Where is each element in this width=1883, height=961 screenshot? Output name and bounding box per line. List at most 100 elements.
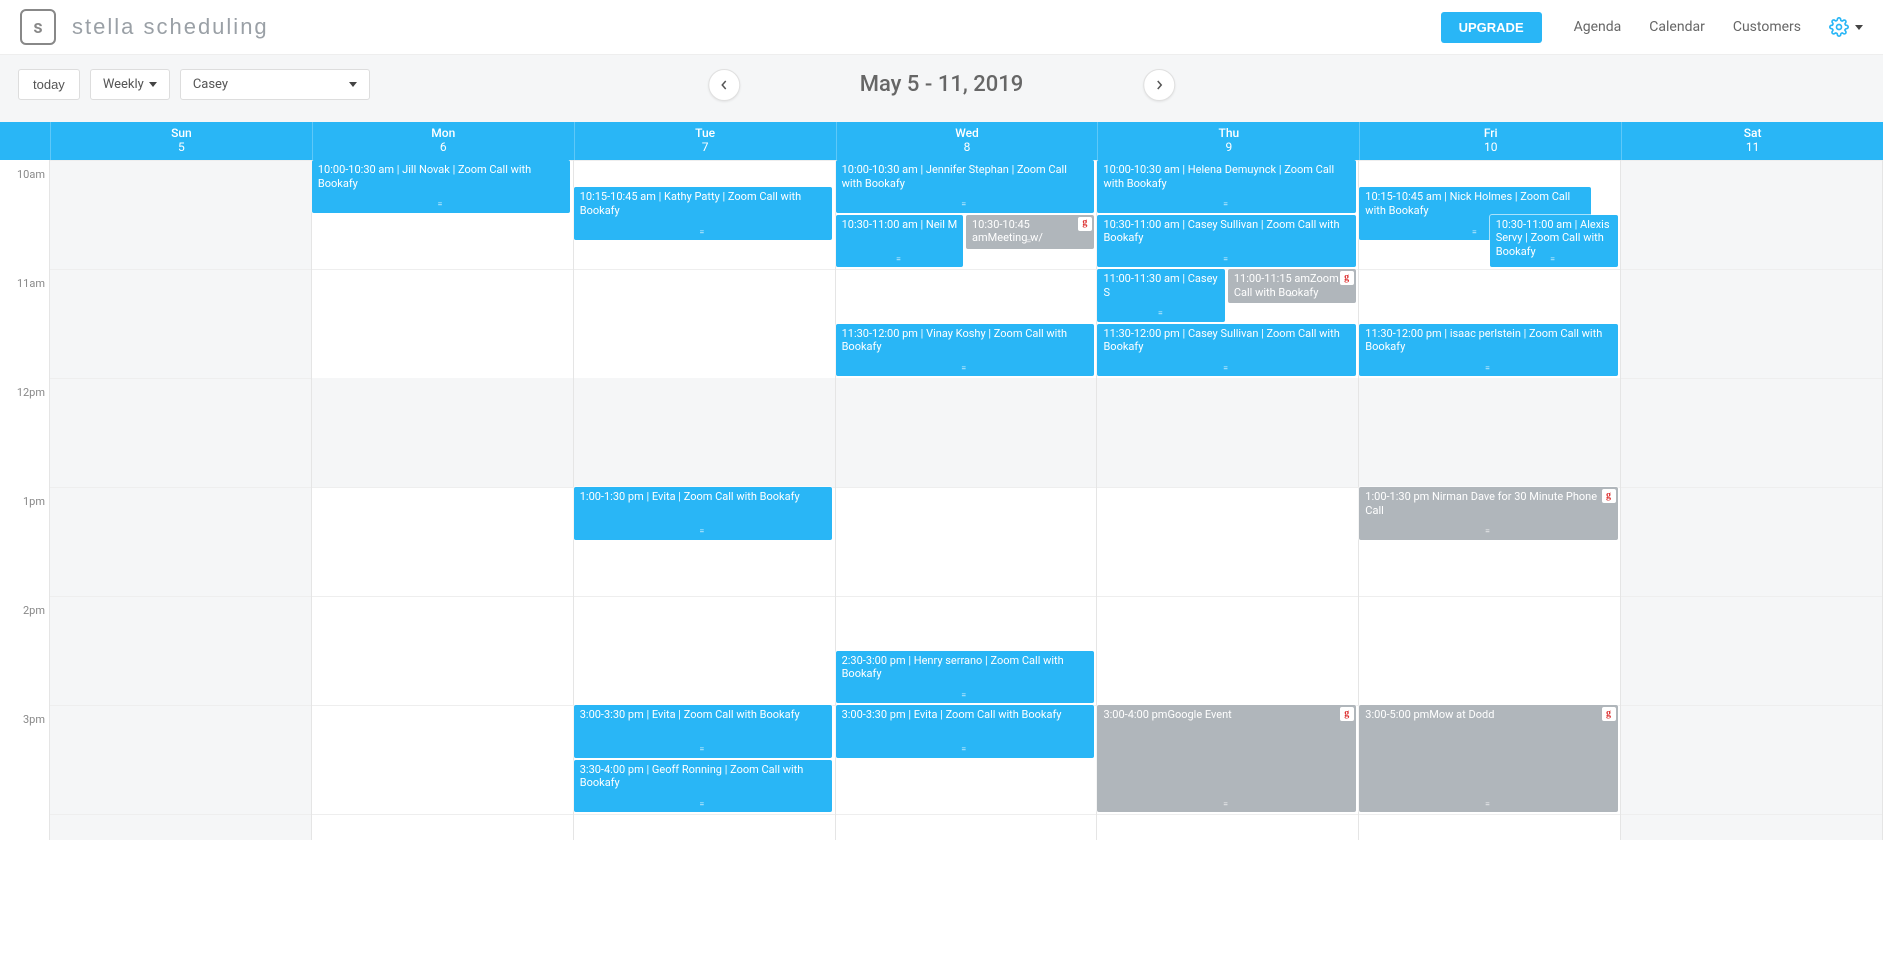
hour-label: 10am [0, 168, 45, 181]
calendar-event[interactable]: 2:30-3:00 pm | Henry serrano | Zoom Call… [836, 651, 1094, 704]
day-header: Sat11 [1621, 122, 1883, 160]
upgrade-button[interactable]: UPGRADE [1441, 12, 1542, 43]
google-badge-icon: g [1602, 707, 1616, 721]
unavailable-slot [836, 378, 1097, 487]
calendar-event[interactable]: 10:30-11:00 am | Alexis Servy | Zoom Cal… [1490, 215, 1618, 268]
resize-handle[interactable]: = [438, 200, 445, 211]
google-badge-icon: g [1078, 217, 1092, 231]
resize-handle[interactable]: = [699, 745, 706, 756]
calendar-event[interactable]: 10:30-11:00 am | Casey Sullivan | Zoom C… [1097, 215, 1355, 268]
grid-body: 10am 11am 12pm 1pm 2pm 3pm 10:00-10:30 am | J… [0, 160, 1883, 840]
calendar-event[interactable]: 3:00-3:30 pm | Evita | Zoom Call with Bo… [574, 705, 832, 758]
calendar-event[interactable]: 10:00-10:30 am | Jill Novak | Zoom Call … [312, 160, 570, 213]
calendar-event[interactable]: 1:00-1:30 pm Nirman Dave for 30 Minute P… [1359, 487, 1617, 540]
view-select[interactable]: Weekly [90, 69, 170, 100]
resize-handle[interactable]: = [1158, 309, 1165, 320]
day-header: Mon6 [312, 122, 574, 160]
resize-handle[interactable]: = [1485, 527, 1492, 538]
calendar-event[interactable]: 10:30-11:00 am | Neil M= [836, 215, 964, 268]
calendar-event[interactable]: 11:30-12:00 pm | isaac perlstein | Zoom … [1359, 324, 1617, 377]
settings-menu[interactable] [1829, 17, 1863, 37]
chevron-down-icon [149, 82, 157, 87]
calendar-event[interactable]: 10:00-10:30 am | Jennifer Stephan | Zoom… [836, 160, 1094, 213]
day-column[interactable] [1621, 160, 1883, 840]
today-button[interactable]: today [18, 69, 80, 100]
nav-agenda[interactable]: Agenda [1574, 19, 1622, 35]
day-column[interactable]: 10:00-10:30 am | Jennifer Stephan | Zoom… [836, 160, 1098, 840]
next-week-button[interactable] [1143, 69, 1175, 101]
nav-customers[interactable]: Customers [1733, 19, 1801, 35]
calendar-event[interactable]: 10:30-10:45 amMeeting w/=g [966, 215, 1094, 249]
hour-label: 12pm [0, 386, 45, 399]
day-column[interactable]: 10:15-10:45 am | Kathy Patty | Zoom Call… [574, 160, 836, 840]
day-column[interactable]: 10:00-10:30 am | Jill Novak | Zoom Call … [312, 160, 574, 840]
resize-handle[interactable]: = [961, 745, 968, 756]
calendar-toolbar: today Weekly Casey May 5 - 11, 2019 [0, 55, 1883, 122]
top-bar: s stella scheduling UPGRADE Agenda Calen… [0, 0, 1883, 55]
time-gutter: 10am 11am 12pm 1pm 2pm 3pm [0, 160, 50, 840]
unavailable-slot [1359, 378, 1620, 487]
unavailable-slot [574, 378, 835, 487]
resize-handle[interactable]: = [1485, 800, 1492, 811]
google-badge-icon: g [1340, 271, 1354, 285]
resize-handle[interactable]: = [699, 228, 706, 239]
calendar-event[interactable]: 11:00-11:15 amZoom Call with Bookafy=g [1228, 269, 1356, 303]
day-header: Tue7 [574, 122, 836, 160]
resize-handle[interactable]: = [1485, 364, 1492, 375]
resize-handle[interactable]: = [961, 691, 968, 702]
chevron-down-icon [1855, 25, 1863, 30]
chevron-down-icon [349, 82, 357, 87]
chevron-right-icon [1154, 80, 1164, 90]
resize-handle[interactable]: = [961, 364, 968, 375]
calendar-event[interactable]: 3:00-5:00 pmMow at Dodd=g [1359, 705, 1617, 812]
user-select[interactable]: Casey [180, 69, 370, 100]
google-badge-icon: g [1340, 707, 1354, 721]
calendar-event[interactable]: 10:00-10:30 am | Helena Demuynck | Zoom … [1097, 160, 1355, 213]
calendar-event[interactable]: 11:30-12:00 pm | Vinay Koshy | Zoom Call… [836, 324, 1094, 377]
calendar-event[interactable]: 3:00-4:00 pmGoogle Event=g [1097, 705, 1355, 812]
resize-handle[interactable]: = [1223, 800, 1230, 811]
resize-handle[interactable]: = [1026, 237, 1033, 248]
unavailable-slot [1097, 378, 1358, 487]
resize-handle[interactable]: = [699, 800, 706, 811]
resize-handle[interactable]: = [1223, 364, 1230, 375]
resize-handle[interactable]: = [896, 255, 903, 266]
calendar-event[interactable]: 3:30-4:00 pm | Geoff Ronning | Zoom Call… [574, 760, 832, 813]
resize-handle[interactable]: = [1223, 255, 1230, 266]
hour-label: 2pm [0, 604, 45, 617]
day-column[interactable]: 10:00-10:30 am | Helena Demuynck | Zoom … [1097, 160, 1359, 840]
date-range-title: May 5 - 11, 2019 [860, 72, 1024, 97]
resize-handle[interactable]: = [961, 200, 968, 211]
resize-handle[interactable]: = [1472, 228, 1479, 239]
calendar-event[interactable]: 1:00-1:30 pm | Evita | Zoom Call with Bo… [574, 487, 832, 540]
unavailable-slot [312, 378, 573, 487]
calendar-event[interactable]: 10:15-10:45 am | Kathy Patty | Zoom Call… [574, 187, 832, 240]
google-badge-icon: g [1602, 489, 1616, 503]
day-header: Thu9 [1097, 122, 1359, 160]
day-header: Fri10 [1359, 122, 1621, 160]
resize-handle[interactable]: = [1288, 291, 1295, 302]
resize-handle[interactable]: = [1550, 255, 1557, 266]
calendar-grid: Sun5Mon6Tue7Wed8Thu9Fri10Sat11 10am11am1… [0, 122, 1883, 840]
prev-week-button[interactable] [708, 69, 740, 101]
hour-label: 11am [0, 277, 45, 290]
calendar-event[interactable]: 11:30-12:00 pm | Casey Sullivan | Zoom C… [1097, 324, 1355, 377]
hour-label: 1pm [0, 495, 45, 508]
chevron-left-icon [719, 80, 729, 90]
resize-handle[interactable]: = [1223, 200, 1230, 211]
view-select-label: Weekly [103, 77, 144, 92]
logo-icon: s [20, 9, 56, 45]
resize-handle[interactable]: = [699, 527, 706, 538]
day-header: Wed8 [836, 122, 1098, 160]
nav-calendar[interactable]: Calendar [1649, 19, 1705, 35]
calendar-event[interactable]: 3:00-3:30 pm | Evita | Zoom Call with Bo… [836, 705, 1094, 758]
day-header: Sun5 [50, 122, 312, 160]
gear-icon [1829, 17, 1849, 37]
user-select-label: Casey [193, 77, 228, 92]
day-header-row: Sun5Mon6Tue7Wed8Thu9Fri10Sat11 [0, 122, 1883, 160]
hour-label: 3pm [0, 713, 45, 726]
day-column[interactable] [50, 160, 312, 840]
day-column[interactable]: 10:15-10:45 am | Nick Holmes | Zoom Call… [1359, 160, 1621, 840]
brand-name: stella scheduling [72, 14, 269, 40]
calendar-event[interactable]: 11:00-11:30 am | Casey S= [1097, 269, 1225, 322]
